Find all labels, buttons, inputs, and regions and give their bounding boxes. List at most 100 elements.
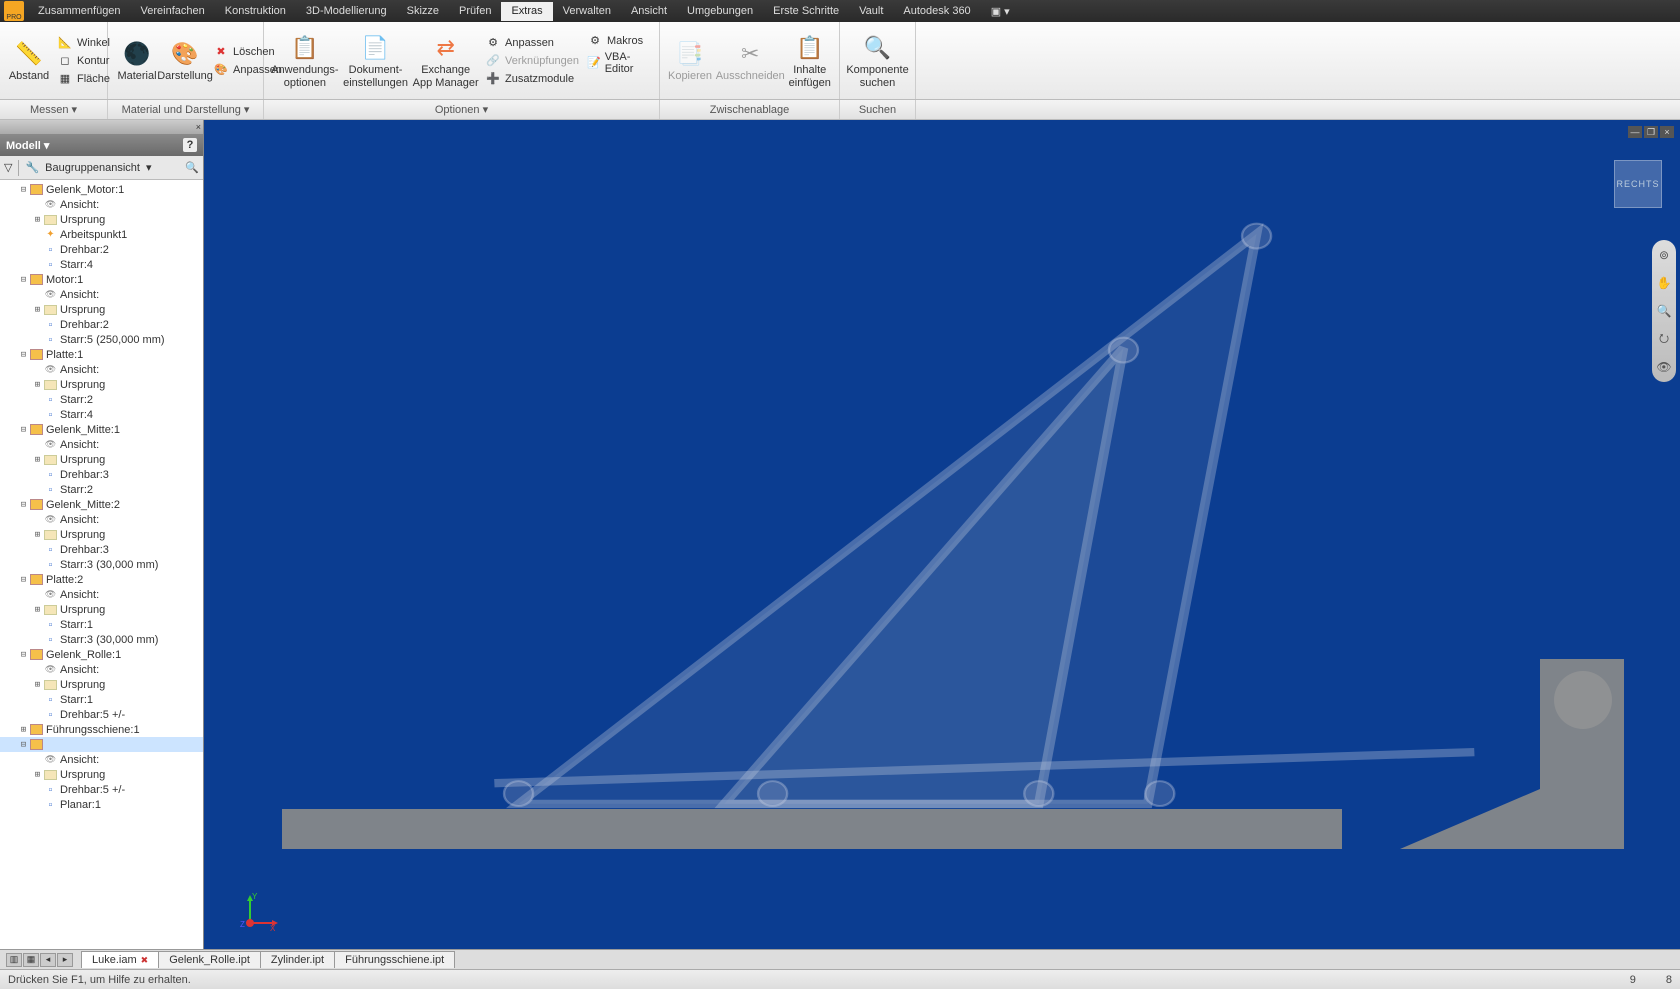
panel-messen[interactable]: Messen ▾ <box>0 100 108 119</box>
panel-zwischenablage[interactable]: Zwischenablage <box>660 100 840 119</box>
tree-item[interactable]: ⊟Gelenk_Mitte:2 <box>0 497 203 512</box>
doc-tab[interactable]: Gelenk_Rolle.ipt <box>158 951 261 968</box>
panel-material[interactable]: Material und Darstellung ▾ <box>108 100 264 119</box>
makros-button[interactable]: ⚙Makros <box>584 32 653 50</box>
tree-item[interactable]: ⊞Führungsschiene:1 <box>0 722 203 737</box>
model-tree[interactable]: ⊟Gelenk_Motor:1Ansicht:⊞UrsprungArbeitsp… <box>0 180 203 949</box>
winkel-button[interactable]: 📐Winkel <box>54 34 113 52</box>
menu-3d-modellierung[interactable]: 3D-Modellierung <box>296 2 397 21</box>
tree-item[interactable]: ⊟Gelenk_Motor:1 <box>0 182 203 197</box>
doc-tab[interactable]: Zylinder.ipt <box>260 951 335 968</box>
menu-prüfen[interactable]: Prüfen <box>449 2 501 21</box>
menu-vault[interactable]: Vault <box>849 2 893 21</box>
tree-item[interactable]: Planar:1 <box>0 797 203 812</box>
expand-icon[interactable]: ⊞ <box>32 215 43 225</box>
vba-button[interactable]: 📝VBA-Editor <box>584 50 653 76</box>
tree-item[interactable]: ⊟Motor:1 <box>0 272 203 287</box>
find-icon[interactable]: 🔍 <box>185 161 199 174</box>
flaeche-button[interactable]: ▦Fläche <box>54 70 113 88</box>
menu-umgebungen[interactable]: Umgebungen <box>677 2 763 21</box>
tree-item[interactable]: Starr:4 <box>0 257 203 272</box>
komponente-suchen-button[interactable]: 🔍Komponente suchen <box>846 30 909 90</box>
expand-icon[interactable]: ⊟ <box>18 275 29 285</box>
tab-list-icon[interactable]: ▥ <box>6 953 22 967</box>
tree-item[interactable]: ⊞Ursprung <box>0 602 203 617</box>
close-icon[interactable]: × <box>196 122 201 132</box>
exchange-button[interactable]: ⇄Exchange App Manager <box>411 30 480 90</box>
tree-item[interactable]: Drehbar:3 <box>0 467 203 482</box>
menu-skizze[interactable]: Skizze <box>397 2 449 21</box>
dokumenteinstellungen-button[interactable]: 📄Dokument- einstellungen <box>342 30 410 90</box>
tree-item[interactable]: Ansicht: <box>0 437 203 452</box>
expand-icon[interactable]: ⊟ <box>18 500 29 510</box>
tree-item[interactable]: Ansicht: <box>0 587 203 602</box>
tree-item[interactable]: Ansicht: <box>0 512 203 527</box>
tab-tile-icon[interactable]: ▦ <box>23 953 39 967</box>
tree-item[interactable]: ⊟Gelenk_Rolle:1 <box>0 647 203 662</box>
doc-tab[interactable]: Luke.iam✖ <box>81 951 159 968</box>
tree-item[interactable]: Starr:3 (30,000 mm) <box>0 632 203 647</box>
panel-optionen[interactable]: Optionen ▾ <box>264 100 660 119</box>
expand-icon[interactable]: ⊟ <box>18 575 29 585</box>
expand-icon[interactable]: ⊞ <box>32 770 43 780</box>
menu-verwalten[interactable]: Verwalten <box>553 2 621 21</box>
expand-icon[interactable]: ⊟ <box>18 185 29 195</box>
darstellung-button[interactable]: 🎨Darstellung <box>162 36 208 84</box>
tree-item[interactable]: Starr:4 <box>0 407 203 422</box>
expand-icon[interactable]: ⊟ <box>18 740 29 750</box>
viewport[interactable]: — ❐ × RECHTS ⊚ ✋ 🔍 ⭮ 👁 <box>204 120 1680 949</box>
expand-icon[interactable]: ⊟ <box>18 350 29 360</box>
tree-item[interactable]: Drehbar:5 +/- <box>0 707 203 722</box>
filter-icon[interactable]: ▽ <box>4 161 12 174</box>
expand-icon[interactable]: ⊟ <box>18 425 29 435</box>
tree-item[interactable]: Starr:1 <box>0 617 203 632</box>
tree-item[interactable]: ⊞Ursprung <box>0 212 203 227</box>
tree-item[interactable]: Ansicht: <box>0 287 203 302</box>
tree-item[interactable]: Ansicht: <box>0 197 203 212</box>
sidebar-dock-header[interactable]: × <box>0 120 203 134</box>
tree-item[interactable]: ⊟Platte:1 <box>0 347 203 362</box>
assembly-view-label[interactable]: Baugruppenansicht <box>45 162 140 174</box>
tree-item[interactable]: Starr:2 <box>0 482 203 497</box>
close-tab-icon[interactable]: ✖ <box>141 955 149 966</box>
menu-extras[interactable]: Extras <box>501 2 552 21</box>
tree-item[interactable]: Drehbar:5 +/- <box>0 782 203 797</box>
menu-autodesk 360[interactable]: Autodesk 360 <box>893 2 980 21</box>
tree-item[interactable]: ⊟ <box>0 737 203 752</box>
tree-item[interactable]: ⊟Gelenk_Mitte:1 <box>0 422 203 437</box>
abstand-button[interactable]: 📏 Abstand <box>6 36 52 84</box>
tree-item[interactable]: Starr:2 <box>0 392 203 407</box>
tree-item[interactable]: Ansicht: <box>0 752 203 767</box>
tree-item[interactable]: Drehbar:3 <box>0 542 203 557</box>
menu-erste schritte[interactable]: Erste Schritte <box>763 2 849 21</box>
expand-icon[interactable]: ⊞ <box>32 305 43 315</box>
tree-item[interactable]: ⊞Ursprung <box>0 767 203 782</box>
expand-icon[interactable]: ⊟ <box>18 650 29 660</box>
tree-item[interactable]: Starr:5 (250,000 mm) <box>0 332 203 347</box>
anpassen-opt-button[interactable]: ⚙Anpassen <box>482 34 582 52</box>
assembly-view-icon[interactable]: 🔧 <box>25 161 39 174</box>
menu-vereinfachen[interactable]: Vereinfachen <box>131 2 215 21</box>
tree-item[interactable]: ⊞Ursprung <box>0 527 203 542</box>
menu-ansicht[interactable]: Ansicht <box>621 2 677 21</box>
tree-item[interactable]: Ansicht: <box>0 662 203 677</box>
help-icon[interactable]: ? <box>183 138 197 152</box>
zusatzmodule-button[interactable]: ➕Zusatzmodule <box>482 70 582 88</box>
expand-icon[interactable]: ⊞ <box>32 530 43 540</box>
tree-item[interactable]: ⊟Platte:2 <box>0 572 203 587</box>
einfuegen-button[interactable]: 📋Inhalte einfügen <box>786 30 833 90</box>
material-button[interactable]: 🌑Material <box>114 36 160 84</box>
anwendungsoptionen-button[interactable]: 📋Anwendungs- optionen <box>270 30 340 90</box>
expand-icon[interactable]: ⊞ <box>18 725 29 735</box>
kontur-button[interactable]: ◻Kontur <box>54 52 113 70</box>
expand-icon[interactable]: ⊞ <box>32 605 43 615</box>
menu-window-icon[interactable]: ▣ ▾ <box>981 2 1020 21</box>
expand-icon[interactable]: ⊞ <box>32 455 43 465</box>
tree-item[interactable]: ⊞Ursprung <box>0 452 203 467</box>
tab-next-icon[interactable]: ▸ <box>57 953 73 967</box>
tree-item[interactable]: ⊞Ursprung <box>0 377 203 392</box>
doc-tab[interactable]: Führungsschiene.ipt <box>334 951 455 968</box>
tree-item[interactable]: Arbeitspunkt1 <box>0 227 203 242</box>
menu-konstruktion[interactable]: Konstruktion <box>215 2 296 21</box>
tree-item[interactable]: Starr:3 (30,000 mm) <box>0 557 203 572</box>
